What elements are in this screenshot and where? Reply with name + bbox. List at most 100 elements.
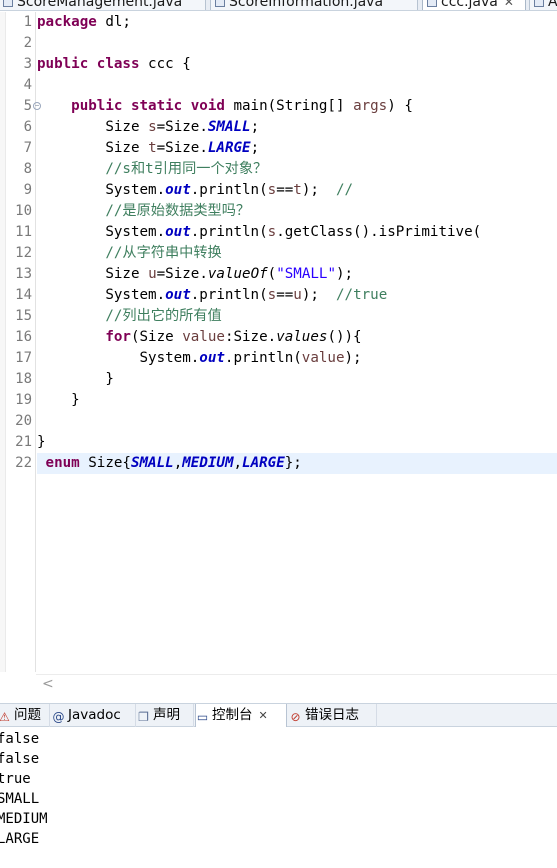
- code-text: Size: [105, 266, 149, 282]
- tab-label: ScoreManagement.java: [17, 0, 183, 10]
- line-number: 9: [23, 182, 32, 198]
- comment: //列出它的所有值: [105, 308, 222, 324]
- code-line-15: //列出它的所有值: [37, 306, 557, 327]
- static-field: out: [199, 350, 225, 366]
- code-text: (: [267, 266, 277, 282]
- line-number-gutter: 1 2 3 4 5 6 7 8 9 10 11 12 13 14 15 16 1…: [6, 12, 41, 672]
- code-text: .println(: [190, 182, 268, 198]
- tab-overflow[interactable]: A: [529, 0, 557, 10]
- close-icon[interactable]: ✕: [259, 709, 268, 722]
- comment: //从字符串中转换: [105, 245, 222, 261]
- tab-problems[interactable]: ⚠ 问题: [0, 704, 50, 727]
- code-text: }: [105, 371, 114, 387]
- comment: //: [336, 182, 354, 198]
- java-file-icon: [3, 0, 13, 7]
- code-text: =Size.: [156, 266, 208, 282]
- line-number: 3: [23, 56, 32, 72]
- tab-score-information[interactable]: ScoreInformation.java: [210, 0, 418, 10]
- code-text: .println(: [224, 350, 302, 366]
- tab-declaration[interactable]: ❐ 声明: [137, 704, 194, 727]
- code-text: );: [301, 182, 336, 198]
- tab-error-log[interactable]: ⊘ 错误日志: [289, 704, 377, 727]
- keyword: for: [105, 329, 131, 345]
- keyword: enum: [45, 455, 80, 471]
- line-number: 18: [15, 371, 32, 387]
- code-text: System.: [105, 182, 166, 198]
- tab-label: Javadoc: [68, 707, 121, 723]
- tab-javadoc[interactable]: @ Javadoc: [52, 704, 136, 727]
- console-line: false: [0, 731, 40, 747]
- close-icon[interactable]: ✕: [504, 0, 514, 9]
- line-number: 6: [23, 119, 32, 135]
- code-text: ,: [173, 455, 183, 471]
- line-number: 20: [15, 413, 32, 429]
- comment: //s和t引用同一个对象？: [105, 161, 268, 177]
- code-text: );: [301, 287, 336, 303]
- local-variable: t: [293, 182, 302, 198]
- line-number: 5: [23, 98, 32, 114]
- horizontal-scrollbar[interactable]: <: [36, 674, 557, 696]
- console-icon: ▭: [196, 710, 209, 724]
- local-variable: value: [182, 329, 225, 345]
- line-number: 21: [15, 434, 32, 450]
- tab-console[interactable]: ▭ 控制台 ✕: [195, 704, 287, 727]
- code-editor[interactable]: 1 2 3 4 5 6 7 8 9 10 11 12 13 14 15 16 1…: [0, 12, 557, 672]
- code-text: ()){: [327, 329, 362, 345]
- tab-score-management[interactable]: ScoreManagement.java: [0, 0, 206, 10]
- code-text: );: [344, 350, 362, 366]
- code-text: ;: [250, 140, 260, 156]
- console-output[interactable]: false false true SMALL MEDIUM LARGE: [0, 728, 557, 868]
- code-line-14: System.out.println(s==u); //true: [37, 285, 557, 306]
- console-line: SMALL: [0, 791, 40, 807]
- javadoc-icon: @: [52, 710, 65, 724]
- code-text: }: [37, 434, 46, 450]
- keyword: class: [96, 56, 140, 72]
- console-line: true: [0, 771, 31, 787]
- comment: //是原始数据类型吗？: [105, 203, 251, 219]
- string-literal: "SMALL": [276, 266, 336, 282]
- code-line-7: Size t=Size.LARGE;: [37, 138, 557, 159]
- comment: //true: [336, 287, 388, 303]
- code-text: .println(: [190, 224, 268, 240]
- line-number: 13: [15, 266, 32, 282]
- code-line-21: }: [37, 432, 557, 453]
- scroll-left-icon[interactable]: <: [42, 676, 54, 692]
- tab-label: 声明: [153, 707, 180, 723]
- local-variable: s: [267, 287, 277, 303]
- code-text: System.: [105, 287, 166, 303]
- line-number: 16: [15, 329, 32, 345]
- code-line-8: //s和t引用同一个对象？: [37, 159, 557, 180]
- code-text: :Size.: [224, 329, 277, 345]
- code-text: ) {: [387, 98, 413, 114]
- static-field: out: [165, 287, 191, 303]
- line-number: 14: [15, 287, 32, 303]
- view-tab-bar: ⚠ 问题 @ Javadoc ❐ 声明 ▭ 控制台 ✕ ⊘ 错误日志: [0, 703, 557, 727]
- static-method: values: [276, 329, 328, 345]
- static-field: SMALL: [207, 119, 251, 135]
- line-number: 19: [15, 392, 32, 408]
- code-line-11: System.out.println(s.getClass().isPrimit…: [37, 222, 557, 243]
- console-line: false: [0, 751, 40, 767]
- line-number: 10: [15, 203, 32, 219]
- code-text: System.: [105, 224, 166, 240]
- tab-ccc[interactable]: ccc.java ✕: [422, 0, 526, 10]
- static-field: LARGE: [207, 140, 251, 156]
- code-line-1: package dl;: [37, 12, 557, 33]
- line-number: 1: [23, 14, 32, 30]
- code-text: .getClass().isPrimitive(: [276, 224, 482, 240]
- error-log-icon: ⊘: [290, 710, 301, 724]
- code-text: dl;: [96, 14, 131, 30]
- code-text: System.: [139, 350, 200, 366]
- line-number: 15: [15, 308, 32, 324]
